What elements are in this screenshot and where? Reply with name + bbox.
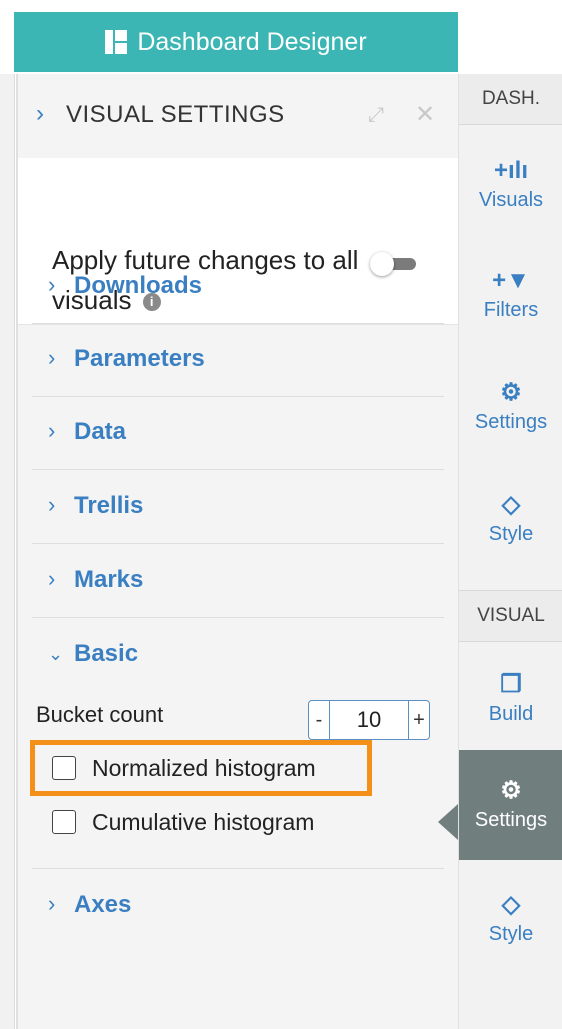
nav-label: Style — [488, 522, 534, 545]
section-label: Parameters — [74, 345, 205, 372]
bucket-count-stepper: - 10 + — [308, 700, 430, 740]
nav-label: Style — [488, 922, 534, 945]
nav-visual-settings[interactable]: ⚙ Settings — [459, 750, 562, 860]
chevron-right-icon: › — [36, 100, 44, 127]
add-chart-icon: +ılı — [493, 156, 529, 184]
gears-icon: ⚙ — [500, 776, 522, 804]
nav-label: Filters — [483, 298, 539, 321]
nav-label: Settings — [474, 410, 548, 433]
dashboard-icon — [105, 30, 128, 54]
nav-visual-style[interactable]: ◇ Style — [459, 864, 562, 974]
visual-settings-header[interactable]: › VISUAL SETTINGS ⤢ ✕ — [18, 74, 458, 158]
nav-build[interactable]: ❒ Build — [459, 644, 562, 754]
section-downloads[interactable]: › Downloads — [32, 250, 444, 324]
nav-label: Visuals — [478, 188, 544, 211]
section-label: Trellis — [74, 492, 144, 519]
nav-dash-style[interactable]: ◇ Style — [459, 464, 562, 574]
add-filter-icon: +▼ — [492, 266, 530, 294]
bucket-count-label: Bucket count — [36, 702, 164, 727]
close-icon[interactable]: ✕ — [415, 100, 435, 129]
cubes-icon: ❒ — [500, 670, 522, 698]
cumulative-histogram-option[interactable]: Cumulative histogram — [52, 805, 314, 839]
diamond-icon: ◇ — [501, 490, 521, 518]
diamond-icon: ◇ — [501, 890, 521, 918]
decrement-button[interactable]: - — [309, 701, 329, 739]
normalized-histogram-checkbox[interactable] — [52, 756, 76, 780]
section-label: Marks — [74, 566, 144, 593]
section-basic[interactable]: ⌄ Basic — [32, 618, 444, 691]
increment-button[interactable]: + — [409, 701, 429, 739]
section-label: Data — [74, 418, 127, 445]
visual-settings-title: VISUAL SETTINGS — [66, 101, 285, 128]
chevron-right-icon: › — [48, 272, 56, 297]
left-rail — [0, 74, 15, 1029]
bucket-count-value[interactable]: 10 — [329, 701, 409, 739]
dashboard-designer-button[interactable]: Dashboard Designer — [14, 12, 458, 72]
section-parameters[interactable]: › Parameters — [32, 323, 444, 397]
nav-label: Settings — [474, 808, 548, 831]
dash-group-header: DASH. — [459, 74, 562, 125]
normalized-histogram-option[interactable]: Normalized histogram — [52, 751, 316, 785]
visual-settings-panel: › VISUAL SETTINGS ⤢ ✕ Apply future chang… — [16, 74, 458, 1029]
cumulative-histogram-checkbox[interactable] — [52, 810, 76, 834]
section-label: Axes — [74, 891, 132, 918]
section-label: Downloads — [74, 272, 203, 299]
section-axes[interactable]: › Axes — [32, 868, 444, 941]
nav-dash-settings[interactable]: ⚙ Settings — [459, 352, 562, 462]
chevron-down-icon: ⌄ — [48, 644, 64, 664]
chevron-right-icon: › — [48, 345, 56, 370]
nav-visuals[interactable]: +ılı Visuals — [459, 130, 562, 240]
active-nav-pointer — [438, 804, 458, 840]
section-trellis[interactable]: › Trellis — [32, 470, 444, 544]
visual-group-header: VISUAL — [459, 590, 562, 642]
section-label: Basic — [74, 640, 139, 667]
gears-icon: ⚙ — [500, 378, 522, 406]
nav-filters[interactable]: +▼ Filters — [459, 240, 562, 350]
normalized-histogram-label: Normalized histogram — [92, 754, 316, 781]
chevron-right-icon: › — [48, 891, 56, 916]
chevron-right-icon: › — [48, 418, 56, 443]
section-marks[interactable]: › Marks — [32, 544, 444, 618]
right-side-nav: DASH. +ılı Visuals +▼ Filters ⚙ Settings… — [458, 74, 562, 1029]
cumulative-histogram-label: Cumulative histogram — [92, 808, 315, 835]
expand-icon[interactable]: ⤢ — [368, 104, 384, 127]
chevron-right-icon: › — [48, 492, 56, 517]
nav-label: Build — [488, 702, 534, 725]
dashboard-designer-label: Dashboard Designer — [137, 27, 367, 56]
section-data[interactable]: › Data — [32, 396, 444, 470]
chevron-right-icon: › — [48, 566, 56, 591]
